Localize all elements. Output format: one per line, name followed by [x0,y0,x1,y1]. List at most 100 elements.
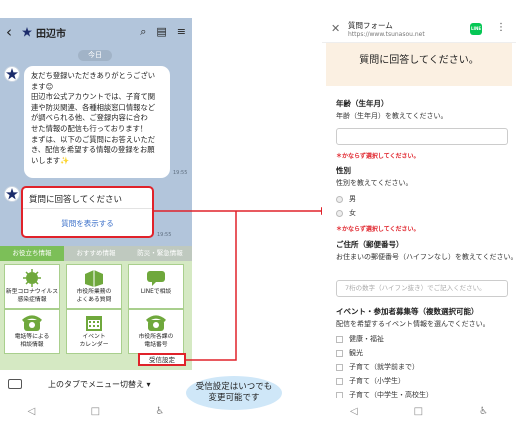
message-line: 連や防災関連、各種相談窓口情報など [31,102,156,112]
menu-cell-department-phones[interactable]: 市役所各課の 電話番号 [128,309,184,354]
tab-useful-info[interactable]: お役立ち情報 [0,246,64,261]
show-question-link[interactable]: 質問を表示する [23,218,152,229]
book-icon [85,270,103,287]
form-url: https://www.tsunasou.net [348,31,425,38]
back-icon[interactable]: ‹ [6,23,20,41]
chat-header: ‹ 田辺市 ⌕ ▤ ≡ [0,18,192,46]
checkbox-icon[interactable] [336,335,343,343]
message-line: 友だち登録いただきありがとうござい [31,71,156,80]
events-title: イベント・参加者募集等（複数選択可能） [336,307,479,316]
phone-icon [22,315,42,331]
radio-label: 男 [349,195,356,203]
menu-cell-phone-consult[interactable]: 電話等による 相談情報 [4,309,60,354]
nav-home-icon[interactable]: □ [414,406,423,417]
header-icons: ⌕ ▤ ≡ [140,25,186,39]
form-title: 質問に回答してください。 [359,55,479,66]
divider [23,208,152,209]
menu-cell-label: 新型コロナウイルス 感染症情報 [5,289,59,303]
checkbox-icon[interactable] [336,363,343,371]
message-line: せた情報の配信も行っております！ [31,123,148,133]
postal-code-input[interactable]: 7桁の数字（ハイフン抜き）でご記入ください。 [336,280,508,297]
radio-icon[interactable] [336,195,343,203]
checkbox-label: 子育て（小学生） [349,377,405,385]
menu-icon[interactable]: ≡ [177,25,186,39]
accessibility-icon[interactable]: ♿︎ [155,406,164,417]
search-icon[interactable]: ⌕ [140,25,146,39]
rich-menu: お役立ち情報 おすすめ情報 防災・緊急情報 新型コロナウイルス 感染症情報 市役… [0,246,192,370]
chat-area: 今日 友だち登録いただきありがとうござい ます😊 田辺市公式アカウントでは、子育… [0,46,192,246]
tab-disaster[interactable]: 防災・緊急情報 [128,246,192,261]
event-option[interactable]: 子育て（就学前まで） [336,362,419,372]
gender-option-male[interactable]: 男 [336,194,356,204]
menu-toggle-text: 上のタブでメニュー切替え ▾ [48,379,151,389]
note-icon[interactable]: ▤ [156,25,166,39]
virus-icon [23,269,41,287]
more-options-icon[interactable]: ⋮ [496,22,506,33]
nav-back-icon[interactable]: ◁ [28,406,36,417]
age-title: 年齢（生年月） [336,99,389,108]
checkbox-label: 子育て（就学前まで） [349,363,419,371]
form-fields: 年齢（生年月） 年齢（生年月）を教えてください。 ＊かならず選択してください。 … [326,86,516,399]
line-badge-icon: LINE [470,23,482,35]
tab-recommended[interactable]: おすすめ情報 [64,246,128,261]
avatar[interactable] [4,186,20,202]
message-line: 田辺市公式アカウントでは、子育て関 [31,92,156,102]
form-body: 質問に回答してください。 年齢（生年月） 年齢（生年月）を教えてください。 ＊か… [326,43,516,399]
avatar[interactable] [4,66,20,82]
browser-header: ✕ 質問フォーム https://www.tsunasou.net LINE ⋮ [322,17,516,43]
chat-icon [147,271,165,286]
question-card: 質問に回答してください 質問を表示する [21,186,154,238]
question-form-screen: ✕ 質問フォーム https://www.tsunasou.net LINE ⋮… [322,0,516,425]
age-required-note: ＊かならず選択してください。 [336,153,420,160]
radio-icon[interactable] [336,209,343,217]
checkbox-label: 観光 [349,349,363,357]
menu-cell-covid[interactable]: 新型コロナウイルス 感染症情報 [4,264,60,309]
menu-cell-event-calendar[interactable]: イベント カレンダー [66,309,122,354]
checkbox-label: 健康・福祉 [349,335,384,343]
account-star-icon [22,27,32,37]
menu-cell-faq[interactable]: 市役所業務の よくある質問 [66,264,122,309]
menu-cell-label: LINEで相談 [140,289,172,295]
menu-cell-line-consult[interactable]: LINEで相談 [128,264,184,309]
event-option[interactable]: 健康・福祉 [336,334,384,344]
age-input[interactable] [336,128,508,145]
message-line: まずは、以下のご質問にお答えいただ [31,134,156,144]
address-title: ご住所（郵便番号） [336,240,404,249]
annotation-note: 受信設定はいつでも 変更可能です [186,376,282,410]
message-line: ます😊 [31,81,54,91]
card-time: 19:55 [157,232,172,238]
menu-cell-label: 電話等による 相談情報 [14,334,50,348]
menu-cell-label: イベント カレンダー [79,334,109,348]
screenshot-root: ‹ 田辺市 ⌕ ▤ ≡ 今日 友だち登録いただきありがとうござい ます😊 田辺市… [0,0,516,425]
nav-back-icon[interactable]: ◁ [350,406,358,417]
checkbox-icon[interactable] [336,377,343,385]
event-option[interactable]: 子育て（小学生） [336,376,405,386]
android-nav-bar: ◁ □ ♿︎ [322,398,516,425]
event-option[interactable]: 観光 [336,348,363,358]
phone-icon [146,315,166,331]
welcome-message-bubble: 友だち登録いただきありがとうござい ます😊 田辺市公式アカウントでは、子育て関 … [24,66,170,178]
address-desc: お住まいの郵便番号（ハイフンなし）を教えてください。 [336,253,516,261]
checkbox-icon[interactable] [336,349,343,357]
accessibility-icon[interactable]: ♿︎ [479,406,488,417]
keyboard-icon[interactable] [8,379,22,389]
menu-cell-label: 市役所各課の 電話番号 [138,334,174,348]
chat-title: 田辺市 [36,28,66,40]
menu-cell-label: 市役所業務の よくある質問 [76,289,112,303]
form-page-title: 質問フォーム [348,21,393,30]
annotation-text: 受信設定はいつでも 変更可能です [195,382,273,403]
gender-option-female[interactable]: 女 [336,208,356,218]
gender-required-note: ＊かならず選択してください。 [336,226,420,233]
message-line: いします✨ [31,155,70,165]
age-desc: 年齢（生年月）を教えてください。 [336,112,448,120]
date-pill: 今日 [78,50,112,61]
close-icon[interactable]: ✕ [331,22,340,35]
gender-desc: 性別を教えてください。 [336,179,413,187]
nav-home-icon[interactable]: □ [91,406,100,417]
question-card-title: 質問に回答してください [29,195,122,205]
receive-settings-button[interactable]: 受信設定 [138,353,186,366]
radio-label: 女 [349,209,356,217]
menu-tabs: お役立ち情報 おすすめ情報 防災・緊急情報 [0,246,192,261]
menu-toggle-bar[interactable]: 上のタブでメニュー切替え ▾ [0,370,192,398]
gender-title: 性別 [336,166,351,175]
